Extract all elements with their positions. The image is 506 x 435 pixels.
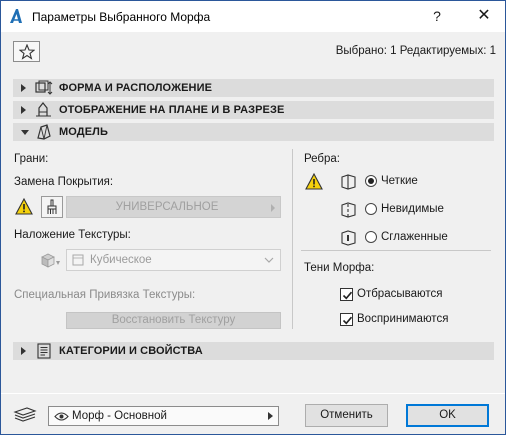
section-label: КАТЕГОРИИ И СВОЙСТВА bbox=[59, 345, 203, 357]
expand-arrow-icon bbox=[21, 84, 26, 92]
layers-icon bbox=[13, 407, 37, 423]
column-divider bbox=[292, 149, 293, 329]
ok-button[interactable]: OK bbox=[406, 404, 489, 427]
view-settings-combo[interactable]: Морф - Основной bbox=[48, 406, 279, 426]
cancel-button[interactable]: Отменить bbox=[305, 404, 388, 427]
title-bar[interactable]: Параметры Выбранного Морфа ? ✕ bbox=[1, 1, 505, 32]
window-title: Параметры Выбранного Морфа bbox=[32, 10, 211, 24]
dialog-window: Параметры Выбранного Морфа ? ✕ Выбрано: … bbox=[0, 0, 506, 435]
model-icon bbox=[35, 124, 53, 140]
section-label: МОДЕЛЬ bbox=[59, 126, 108, 138]
geometry-placement-icon bbox=[35, 80, 53, 96]
edges-sharp-label: Четкие bbox=[381, 175, 418, 187]
categories-properties-icon bbox=[35, 343, 53, 359]
cube-icon bbox=[72, 254, 84, 266]
receive-shadows-label: Воспринимаются bbox=[357, 313, 449, 325]
checkmark-icon bbox=[342, 316, 353, 325]
floor-plan-section-icon bbox=[35, 102, 53, 118]
help-button[interactable]: ? bbox=[425, 5, 449, 27]
surface-brush-button[interactable] bbox=[41, 196, 63, 218]
shadows-label: Тени Морфа: bbox=[304, 262, 375, 274]
expand-arrow-icon bbox=[21, 106, 26, 114]
section-model[interactable]: МОДЕЛЬ bbox=[13, 123, 494, 141]
star-icon bbox=[19, 44, 35, 60]
faces-label: Грани: bbox=[14, 153, 49, 165]
warning-icon bbox=[305, 172, 323, 190]
archicad-app-icon bbox=[8, 8, 24, 24]
brush-icon bbox=[47, 199, 57, 214]
collapse-arrow-icon bbox=[21, 130, 29, 135]
smooth-edges-icon bbox=[340, 229, 357, 246]
edges-label: Ребра: bbox=[304, 153, 341, 165]
chevron-down-icon bbox=[263, 254, 275, 269]
selection-info: Выбрано: 1 Редактируемых: 1 bbox=[335, 45, 496, 57]
surface-override-value: УНИВЕРСАЛЬНОЕ bbox=[115, 201, 219, 213]
surface-override-label: Замена Покрытия: bbox=[14, 176, 114, 188]
receive-shadows-checkbox[interactable] bbox=[340, 313, 353, 326]
hidden-edges-icon bbox=[340, 201, 357, 218]
expand-arrow-icon bbox=[271, 204, 275, 212]
warning-icon bbox=[15, 197, 33, 215]
expand-arrow-icon bbox=[268, 412, 273, 420]
texture-mapping-label: Наложение Текстуры: bbox=[14, 229, 131, 241]
eye-icon bbox=[54, 411, 69, 425]
cast-shadows-checkbox[interactable] bbox=[340, 288, 353, 301]
edges-hidden-label: Невидимые bbox=[381, 203, 444, 215]
checkmark-icon bbox=[342, 291, 353, 300]
surface-override-field[interactable]: УНИВЕРСАЛЬНОЕ bbox=[66, 196, 281, 218]
texture-mapping-value: Кубическое bbox=[90, 254, 152, 266]
edges-smooth-label: Сглаженные bbox=[381, 231, 448, 243]
texture-mapping-icon bbox=[40, 251, 62, 269]
section-floor-plan-section[interactable]: ОТОБРАЖЕНИЕ НА ПЛАНЕ И В РАЗРЕЗЕ bbox=[13, 101, 494, 119]
edges-sharp-radio[interactable] bbox=[365, 175, 377, 187]
restore-texture-button[interactable]: Восстановить Текстуру bbox=[66, 312, 281, 329]
edges-shadows-divider bbox=[301, 250, 491, 251]
expand-arrow-icon bbox=[21, 347, 26, 355]
edges-smooth-radio[interactable] bbox=[365, 231, 377, 243]
special-texture-label: Специальная Привязка Текстуры: bbox=[14, 289, 196, 301]
texture-mapping-select[interactable]: Кубическое bbox=[66, 249, 281, 271]
section-categories-properties[interactable]: КАТЕГОРИИ И СВОЙСТВА bbox=[13, 342, 494, 360]
view-settings-value: Морф - Основной bbox=[72, 410, 167, 422]
cast-shadows-label: Отбрасываются bbox=[357, 288, 443, 300]
section-label: ФОРМА И РАСПОЛОЖЕНИЕ bbox=[59, 82, 213, 94]
section-label: ОТОБРАЖЕНИЕ НА ПЛАНЕ И В РАЗРЕЗЕ bbox=[59, 104, 285, 116]
favorites-button[interactable] bbox=[13, 41, 40, 62]
sharp-edges-icon bbox=[340, 173, 357, 190]
close-button[interactable]: ✕ bbox=[469, 5, 499, 27]
footer-separator bbox=[1, 393, 505, 394]
edges-hidden-radio[interactable] bbox=[365, 203, 377, 215]
section-geometry-placement[interactable]: ФОРМА И РАСПОЛОЖЕНИЕ bbox=[13, 79, 494, 97]
